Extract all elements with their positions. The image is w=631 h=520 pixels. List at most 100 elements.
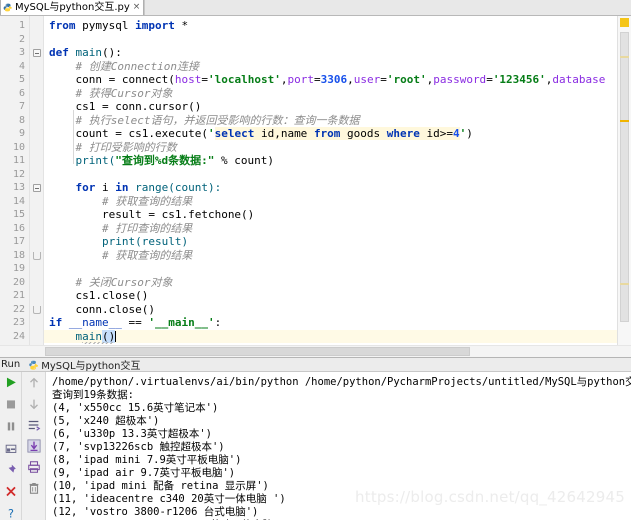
code-line[interactable]: # 打印受影响的行数	[44, 141, 617, 155]
python-file-icon	[3, 3, 13, 13]
line-number: 6	[18, 87, 25, 99]
code-line[interactable]: cs1 = conn.cursor()	[44, 100, 617, 114]
format-operand: % count)	[214, 154, 274, 167]
marker-stripe[interactable]	[620, 120, 629, 122]
restore-layout-icon[interactable]	[4, 442, 18, 455]
keyword-if: if	[49, 316, 63, 329]
code-line[interactable]	[44, 33, 617, 47]
marker-stripe[interactable]	[620, 283, 629, 285]
string-localhost: 'localhost'	[207, 73, 281, 86]
editor-tab-mysql-python[interactable]: MySQL与python交互.py ×	[0, 0, 145, 15]
scroll-up-icon[interactable]	[27, 376, 41, 390]
code-line[interactable]: count = cs1.execute('select id,name from…	[44, 127, 617, 141]
fold-collapse-icon[interactable]	[33, 184, 41, 192]
scrollbar-thumb[interactable]	[620, 32, 629, 322]
kwarg-database: database	[552, 73, 606, 86]
code-line[interactable]: from pymysql import *	[44, 19, 617, 33]
line-number: 1	[18, 20, 25, 31]
comment: # 获取查询的结果	[101, 194, 193, 208]
code-folding-gutter[interactable]	[30, 16, 44, 345]
keyword-def: def	[49, 46, 69, 59]
console-line: (7, 'svp13226scb 触控超极本')	[52, 441, 225, 453]
assignment: cs1 = conn.cursor()	[75, 100, 202, 113]
code-line[interactable]	[44, 168, 617, 182]
code-line[interactable]: # 关闭Cursor对象	[44, 276, 617, 290]
pin-icon[interactable]	[4, 463, 18, 476]
close-icon[interactable]	[4, 485, 18, 498]
pause-icon[interactable]	[4, 420, 18, 433]
code-line[interactable]: print("查询到%d条数据:" % count)	[44, 154, 617, 168]
inspection-squiggle	[82, 341, 114, 344]
function-name: main	[75, 46, 103, 59]
keyword-from: from	[49, 19, 76, 32]
editor-tab-bar: MySQL与python交互.py ×	[0, 0, 631, 16]
hscrollbar-thumb[interactable]	[45, 347, 470, 356]
code-line[interactable]: if __name__ == '__main__':	[44, 316, 617, 330]
sql-number: 4	[453, 127, 460, 140]
code-line[interactable]: cs1.close()	[44, 289, 617, 303]
marker-stripe[interactable]	[620, 56, 629, 58]
comment: # 关闭Cursor对象	[75, 275, 173, 289]
console-line: 查询到19条数据:	[52, 389, 134, 401]
clear-all-icon[interactable]	[27, 481, 41, 495]
fold-row	[30, 154, 43, 168]
console-line: (9, 'ipad air 9.7英寸平板电脑')	[52, 467, 236, 479]
fold-row	[30, 208, 43, 222]
line-number: 7	[18, 101, 25, 112]
punctuation: ,	[347, 73, 354, 86]
line-number: 23	[12, 317, 25, 328]
fold-region-end-icon[interactable]	[33, 251, 41, 260]
code-editor[interactable]: 1 2 3 4 5 6 7 8 9 10 11 12 13 14 15 16 1…	[0, 16, 631, 345]
run-icon[interactable]	[4, 376, 18, 389]
print-call: print(result)	[101, 235, 189, 248]
comment: # 创建Connection连接	[75, 59, 199, 73]
console-line: (11, 'ideacentre c340 20英寸一体电脑 ')	[52, 493, 286, 505]
code-line[interactable]: # 创建Connection连接	[44, 60, 617, 74]
comment: # 打印受影响的行数	[75, 140, 177, 154]
editor-vertical-scrollbar[interactable]	[617, 16, 631, 345]
code-line[interactable]: # 获取查询的结果	[44, 195, 617, 209]
stop-icon[interactable]	[4, 398, 18, 411]
code-line[interactable]: conn = connect(host='localhost',port=330…	[44, 73, 617, 87]
fold-collapse-icon[interactable]	[33, 49, 41, 57]
code-line[interactable]: conn.close()	[44, 303, 617, 317]
editor-horizontal-scrollbar[interactable]	[0, 345, 631, 357]
line-number: 15	[12, 209, 25, 220]
fold-row	[30, 195, 43, 209]
code-line[interactable]: print(result)	[44, 235, 617, 249]
code-line[interactable]: def main():	[44, 46, 617, 60]
code-line[interactable]	[44, 262, 617, 276]
number-port: 3306	[320, 73, 348, 86]
code-line[interactable]: # 打印查询的结果	[44, 222, 617, 236]
line-number: 11	[12, 155, 25, 166]
pycharm-window: MySQL与python交互.py × 1 2 3 4 5 6 7 8 9 10…	[0, 0, 631, 520]
loop-variable: i	[95, 181, 116, 194]
line-number: 22	[12, 303, 25, 315]
code-line[interactable]: # 获取查询的结果	[44, 249, 617, 263]
run-config-tab[interactable]: MySQL与python交互	[24, 357, 144, 372]
sql-keyword-from: from	[313, 127, 341, 140]
console-output[interactable]: /home/python/.virtualenvs/ai/bin/python …	[46, 372, 631, 520]
fold-row	[30, 73, 43, 87]
print-icon[interactable]	[27, 460, 41, 474]
scroll-to-end-icon[interactable]	[26, 439, 41, 453]
scroll-down-icon[interactable]	[27, 397, 41, 411]
code-line[interactable]: # 获得Cursor对象	[44, 87, 617, 101]
inspection-status-icon[interactable]	[620, 18, 629, 27]
help-icon[interactable]: ?	[4, 507, 18, 520]
code-line[interactable]: # 执行select语句，并返回受影响的行数：查询一条数据	[44, 114, 617, 128]
soft-wrap-icon[interactable]	[27, 418, 41, 432]
punctuation: ():	[102, 46, 122, 59]
fold-region-end-icon[interactable]	[33, 305, 41, 314]
code-line[interactable]: result = cs1.fetchone()	[44, 208, 617, 222]
fold-row	[30, 276, 43, 290]
fold-row	[30, 303, 43, 317]
kwarg-user: user	[353, 73, 381, 86]
code-line-current[interactable]: main()	[44, 329, 617, 344]
sql-table: goods	[340, 127, 387, 140]
code-line[interactable]: for i in range(count):	[44, 181, 617, 195]
code-content[interactable]: from pymysql import * def main(): # 创建Co…	[44, 16, 617, 345]
close-icon[interactable]: ×	[132, 3, 141, 12]
line-number: 20	[12, 276, 25, 288]
string-main: '__main__'	[148, 316, 215, 329]
